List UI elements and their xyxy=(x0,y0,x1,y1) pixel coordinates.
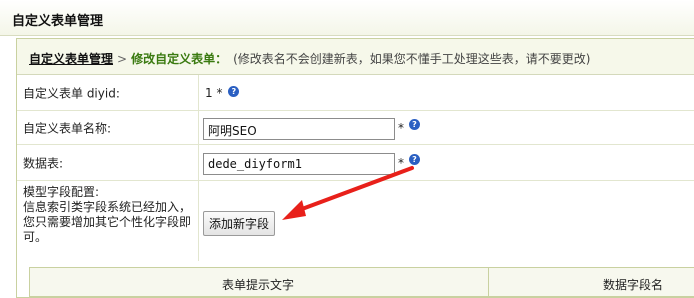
red-arrow-icon xyxy=(282,166,414,220)
